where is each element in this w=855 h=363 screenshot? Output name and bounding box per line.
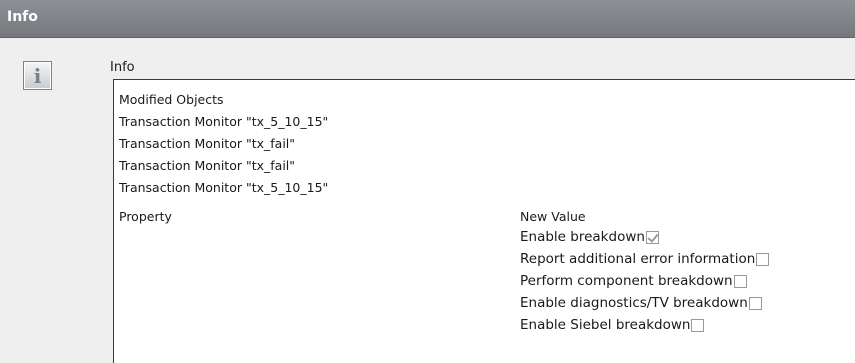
option-label: Enable Siebel breakdown: [520, 317, 691, 333]
new-value-header: New Value: [520, 209, 586, 224]
info-section-label: Info: [110, 60, 135, 75]
option-label: Report additional error information: [520, 251, 756, 267]
option-label: Enable diagnostics/TV breakdown: [520, 295, 748, 311]
option-enable-diagnostics-tv-breakdown: Enable diagnostics/TV breakdown: [520, 295, 762, 314]
checkbox: [645, 231, 659, 244]
option-report-additional-error-information: Report additional error information: [520, 251, 770, 270]
window-title: Info: [7, 9, 38, 25]
modified-object-item: Transaction Monitor "tx_fail": [119, 158, 296, 173]
option-enable-siebel-breakdown: Enable Siebel breakdown: [520, 317, 705, 336]
modified-object-item: Transaction Monitor "tx_fail": [119, 136, 296, 151]
option-enable-breakdown: Enable breakdown: [520, 229, 659, 248]
modified-objects-header: Modified Objects: [119, 92, 224, 107]
option-perform-component-breakdown: Perform component breakdown: [520, 273, 747, 292]
info-icon: i: [23, 61, 52, 90]
checkbox: [691, 319, 705, 332]
title-bar: Info: [0, 0, 855, 38]
modified-object-item: Transaction Monitor "tx_5_10_15": [119, 114, 329, 129]
checkbox: [733, 275, 747, 288]
option-label: Enable breakdown: [520, 229, 645, 245]
property-header: Property: [119, 209, 172, 224]
checkbox: [748, 297, 762, 310]
modified-object-item: Transaction Monitor "tx_5_10_15": [119, 180, 329, 195]
option-label: Perform component breakdown: [520, 273, 733, 289]
checkbox: [756, 253, 770, 266]
